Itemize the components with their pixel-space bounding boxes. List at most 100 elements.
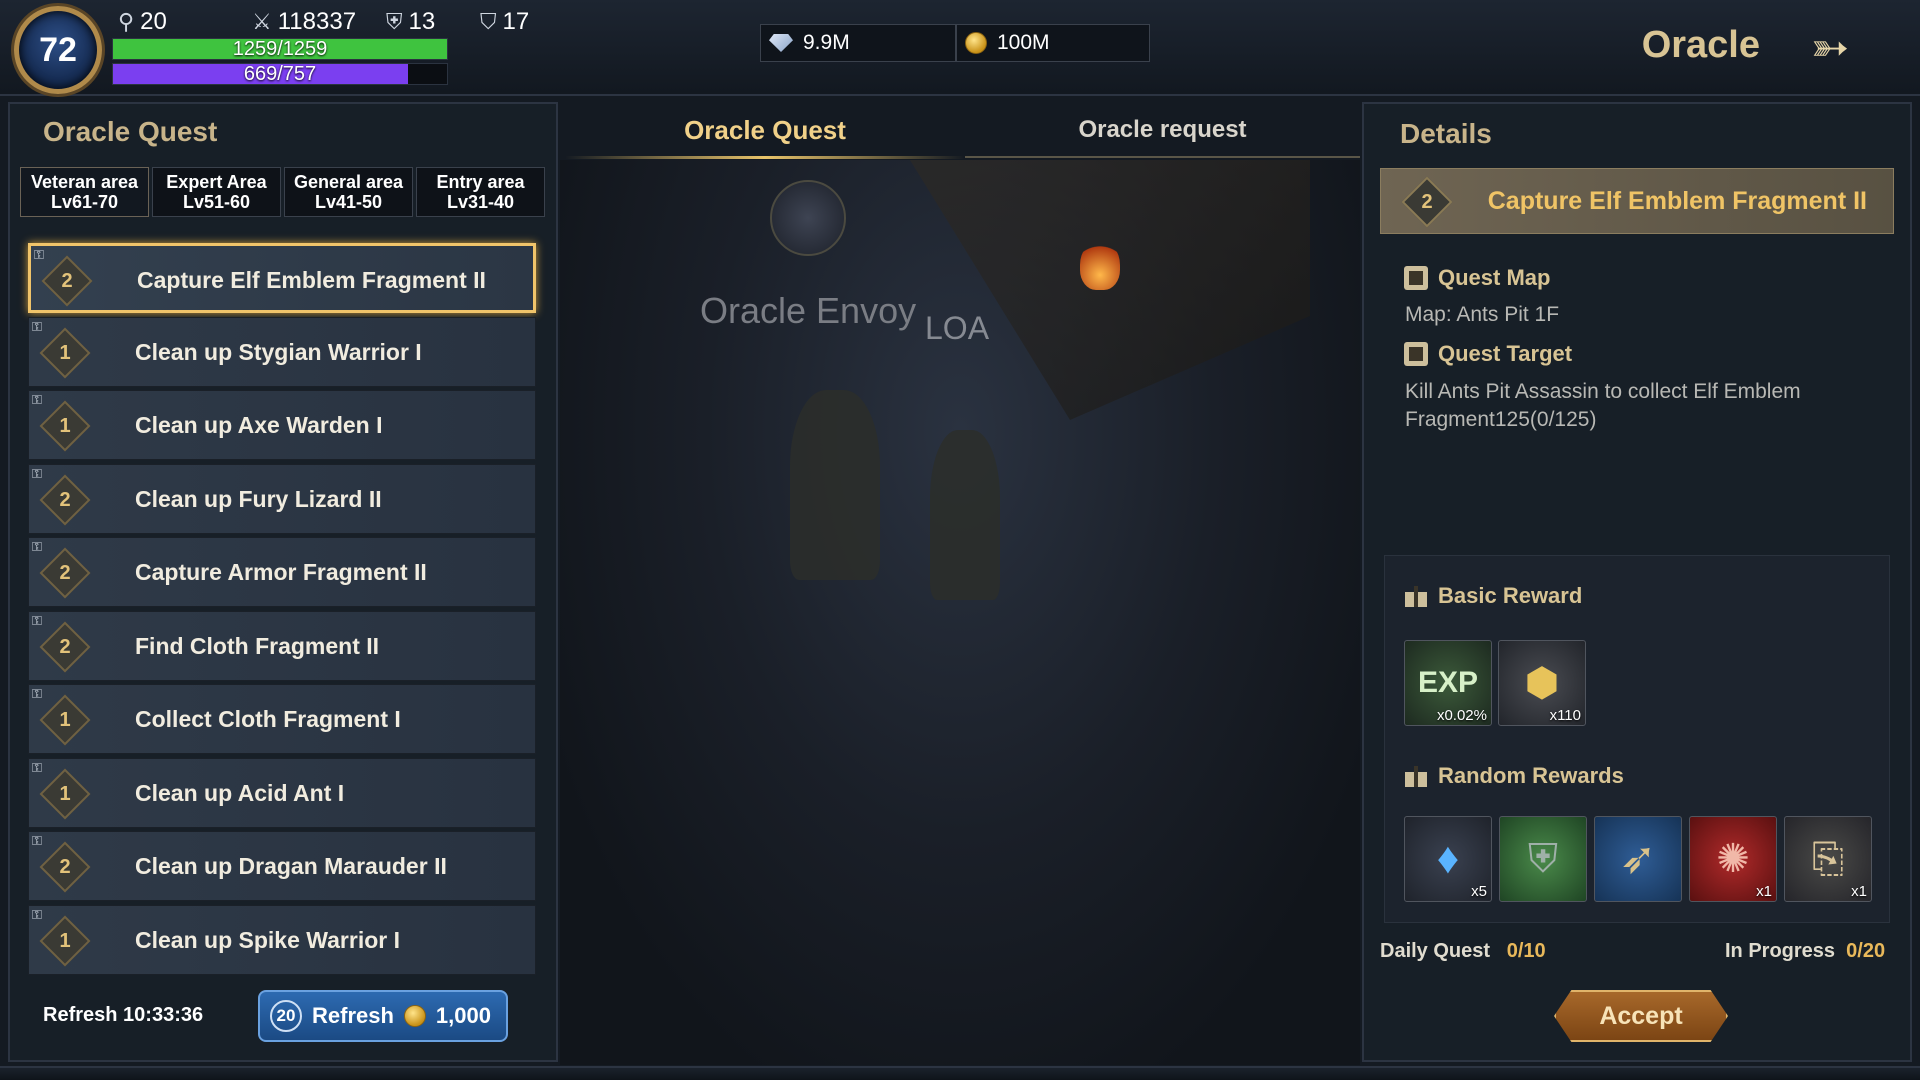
arrow-right-icon[interactable]: ➳ — [1790, 22, 1870, 72]
tab-general-area[interactable]: General area Lv41-50 — [284, 167, 413, 217]
tab-oracle-quest[interactable]: Oracle Quest — [565, 100, 965, 160]
bow-icon: ➶ — [1619, 834, 1657, 883]
refresh-timer: Refresh 10:33:36 — [43, 1004, 203, 1027]
diamond-icon — [769, 34, 793, 52]
quest-name: Clean up Axe Warden I — [135, 412, 383, 438]
reward-blue-crystal[interactable]: ♦ x5 — [1404, 816, 1492, 902]
quest-item[interactable]: ⚿ 1 Clean up Spike Warrior I — [28, 904, 536, 975]
reward-qty: x0.02% — [1436, 707, 1487, 724]
in-progress-value: 0/20 — [1846, 940, 1886, 962]
quest-item[interactable]: ⚿ 1 Clean up Stygian Warrior I — [28, 316, 536, 387]
quest-item[interactable]: ⚿ 1 Collect Cloth Fragment I — [28, 684, 536, 754]
quest-item[interactable]: ⚿ 1 Clean up Axe Warden I — [28, 390, 536, 460]
lock-icon: ⚿ — [32, 906, 42, 922]
player-level-badge[interactable]: 72 — [14, 6, 102, 94]
quest-item[interactable]: ⚿ 2 Clean up Fury Lizard II — [28, 463, 536, 534]
grade-value: 1 — [59, 782, 71, 805]
tab-label: General area — [293, 172, 404, 192]
quest-item[interactable]: ⚿ 2 Clean up Dragan Marauder II — [28, 831, 536, 901]
reward-gold-medal[interactable]: ⬢ x110 — [1498, 640, 1586, 726]
tab-label: Oracle request — [1078, 116, 1247, 143]
player-figure — [930, 430, 1000, 600]
grade-value: 2 — [59, 635, 71, 658]
defense-stat: ⛨ 13 — [386, 8, 435, 36]
grade-diamond: 1 — [39, 400, 91, 452]
quest-item[interactable]: ⚿ 2 Capture Elf Emblem Fragment II — [28, 243, 536, 313]
tab-entry-area[interactable]: Entry area Lv31-40 — [416, 167, 545, 217]
page-title: Oracle — [1641, 24, 1760, 66]
grade-value: 2 — [59, 562, 71, 584]
quest-item[interactable]: ⚿ 1 Clean up Acid Ant I — [28, 757, 536, 828]
shield-plus-stat: ⛉ 17 — [480, 8, 529, 36]
lock-icon: ⚿ — [32, 612, 42, 628]
quest-map-heading: Quest Map — [1404, 265, 1550, 291]
quest-name: Clean up Dragan Marauder II — [135, 853, 447, 879]
mp-bar: 669/757 — [112, 63, 448, 85]
scroll-icon — [1404, 266, 1428, 290]
quest-name: Clean up Stygian Warrior I — [135, 338, 422, 365]
hp-text: 1259/1259 — [232, 38, 328, 60]
tab-range: Lv51-60 — [182, 192, 251, 212]
basic-reward-heading: Basic Reward — [1404, 583, 1582, 609]
grade-diamond: 2 — [39, 474, 91, 525]
gold-coin-icon — [403, 1005, 426, 1027]
rune-value: 20 — [140, 8, 167, 35]
grade-value: 2 — [59, 488, 71, 511]
quest-name: Clean up Fury Lizard II — [135, 485, 382, 512]
refresh-button[interactable]: 20 Refresh 1,000 — [258, 990, 508, 1042]
tab-range: Lv31-40 — [446, 192, 515, 212]
defense-value: 13 — [408, 8, 436, 35]
shield-plus-icon: ⛉ — [480, 9, 497, 34]
rune-icon: ⚲ — [118, 9, 135, 34]
random-rewards-label: Random Rewards — [1438, 763, 1624, 788]
reward-bow[interactable]: ➶ — [1594, 816, 1682, 902]
quest-name: Collect Cloth Fragment I — [135, 706, 401, 732]
quest-target-line: Fragment125(0/125) — [1405, 408, 1597, 431]
tab-veteran-area[interactable]: Veteran area Lv61-70 — [20, 167, 149, 217]
selected-quest-name: Capture Elf Emblem Fragment II — [1487, 187, 1867, 215]
selected-quest-header: 2 Capture Elf Emblem Fragment II — [1380, 168, 1894, 234]
shield-icon: ⛨ — [386, 9, 403, 34]
gold-currency[interactable]: 100M — [956, 24, 1150, 62]
tab-expert-area[interactable]: Expert Area Lv51-60 — [152, 167, 281, 217]
quest-item[interactable]: ⚿ 2 Capture Armor Fragment II — [28, 537, 536, 607]
active-tab-indicator — [565, 156, 965, 159]
top-bar: 72 ⚲ 20 ⚔ 118337 ⛨ 13 ⛉ 17 1259/1259 669… — [0, 0, 1920, 96]
scene-wall — [910, 160, 1310, 420]
reward-qty: x1 — [1851, 883, 1867, 900]
gem-currency[interactable]: 9.9M — [760, 24, 956, 62]
gift-icon — [1404, 764, 1428, 788]
shield-plus-value: 17 — [502, 8, 530, 35]
daily-quest-label: Daily Quest — [1380, 940, 1491, 962]
reward-parchment[interactable]: ⎘ x1 — [1784, 816, 1872, 902]
in-progress-label: In Progress — [1725, 940, 1836, 962]
lock-icon: ⚿ — [32, 318, 42, 334]
refresh-timer-value: 10:33:36 — [123, 1004, 204, 1026]
refresh-timer-label: Refresh — [43, 1004, 118, 1026]
gem-value: 9.9M — [803, 31, 850, 54]
lock-icon: ⚿ — [32, 833, 42, 848]
quest-list: ⚿ 2 Capture Elf Emblem Fragment II ⚿ 1 C… — [28, 243, 536, 978]
reward-exp[interactable]: EXP x0.02% — [1404, 640, 1492, 726]
swords-icon: ⚔ — [252, 9, 272, 34]
reward-qty: x110 — [1549, 707, 1581, 724]
grade-diamond: 1 — [39, 768, 91, 819]
quest-name: Clean up Acid Ant I — [135, 779, 345, 806]
tab-label: Entry area — [436, 172, 525, 192]
grade-diamond: 1 — [39, 694, 91, 746]
quest-item[interactable]: ⚿ 2 Find Cloth Fragment II — [28, 610, 536, 681]
grade-diamond: 2 — [41, 255, 93, 307]
reward-green-armor[interactable]: ⛨ — [1499, 816, 1587, 902]
quest-target-label: Quest Target — [1438, 341, 1573, 366]
daily-quest-counter: Daily Quest 0/10 — [1380, 940, 1546, 963]
accept-button[interactable]: Accept — [1554, 990, 1728, 1042]
in-progress-counter: In Progress 0/20 — [1725, 940, 1885, 963]
tab-oracle-request[interactable]: Oracle request — [965, 100, 1360, 160]
quest-target-heading: Quest Target — [1404, 341, 1572, 367]
grade-diamond: 2 — [39, 841, 91, 893]
grade-value: 1 — [59, 341, 71, 364]
grade-value: 2 — [59, 856, 71, 878]
quest-name: Find Cloth Fragment II — [135, 632, 380, 659]
npc-guild: LOA — [925, 310, 990, 346]
reward-red-scroll[interactable]: ✺ x1 — [1689, 816, 1777, 902]
